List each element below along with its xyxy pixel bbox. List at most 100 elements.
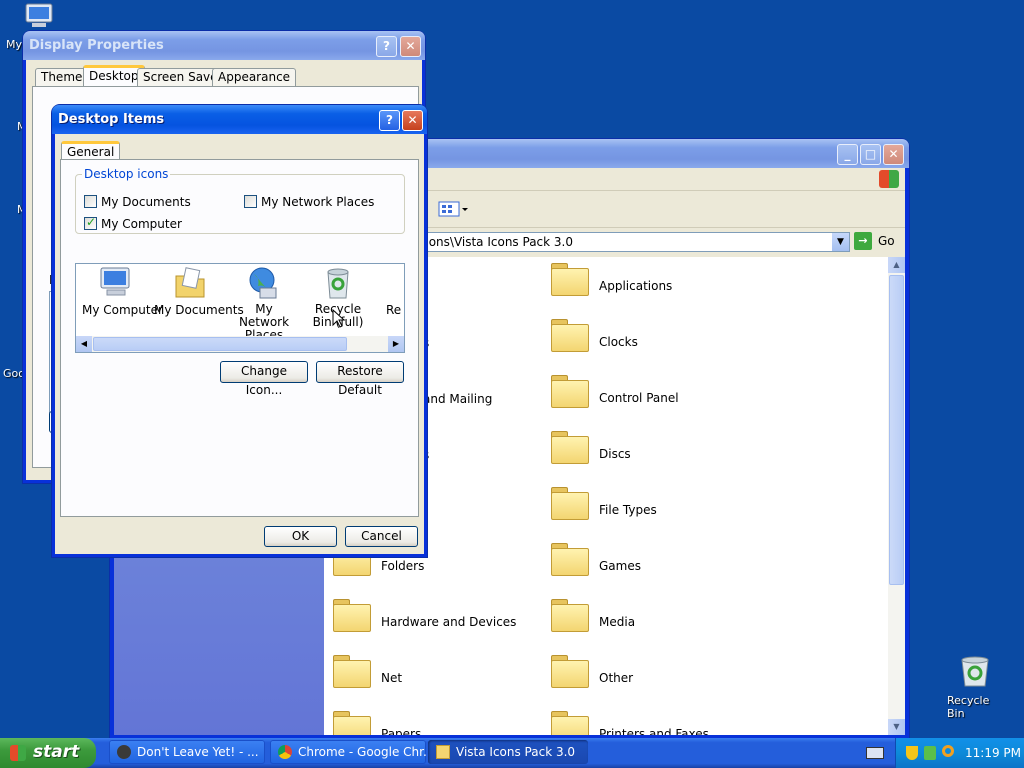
address-dropdown-button[interactable]: ▼ [832, 233, 849, 251]
desktop-items-body: General Desktop icons My Documents My Ne… [55, 134, 424, 554]
go-arrow-icon: → [854, 232, 872, 250]
folder-icon [551, 709, 589, 735]
chrome-icon [278, 745, 292, 759]
icon-item-my-network-places[interactable]: My Network Places [228, 266, 300, 342]
folder-icon [333, 653, 371, 688]
folder-label: Control Panel [599, 391, 679, 405]
ok-button[interactable]: OK [264, 526, 337, 547]
folder-icon [333, 709, 371, 735]
checkbox-box[interactable]: ✓ [84, 215, 97, 230]
minimize-button[interactable]: _ [837, 144, 858, 165]
go-label: Go [878, 234, 895, 248]
folder-label: Folders [381, 559, 425, 573]
desktop-label-my: My [6, 38, 23, 51]
folder-label: Discs [599, 447, 631, 461]
cancel-button[interactable]: Cancel [345, 526, 418, 547]
help-button[interactable]: ? [376, 36, 397, 57]
icon-label: Re [386, 303, 402, 317]
scroll-thumb[interactable] [93, 337, 347, 351]
taskbar-item-active[interactable]: Vista Icons Pack 3.0 [428, 740, 588, 764]
taskbar-item[interactable]: Don't Leave Yet! - ... [109, 740, 265, 764]
folder-label: File Types [599, 503, 657, 517]
desktop-icon-recycle-bin[interactable]: Recycle Bin [940, 654, 1010, 720]
my-documents-icon [175, 267, 205, 298]
views-icon[interactable] [438, 200, 468, 218]
checkbox-label: My Documents [101, 195, 191, 209]
desktop-label-partial: Goo [3, 367, 25, 380]
tab-desktop[interactable]: Desktop [83, 65, 145, 86]
restore-default-button[interactable]: Restore Default [316, 361, 404, 397]
dialog-title: Desktop Items [58, 112, 165, 127]
folder-label: Papers [381, 727, 422, 735]
folder-icon [551, 373, 589, 408]
folder-icon [551, 597, 589, 632]
windows-flag-icon [10, 745, 26, 761]
scroll-right-button[interactable]: ▶ [388, 336, 404, 352]
checkbox-my-documents[interactable]: My Documents [84, 195, 214, 209]
folder-label: Media [599, 615, 636, 629]
folder-icon [551, 261, 589, 296]
display-properties-titlebar[interactable]: Display Properties [23, 31, 425, 60]
security-shield-icon[interactable] [906, 746, 918, 760]
folder-label: Applications [599, 279, 673, 293]
folder-label: Games [599, 559, 641, 573]
close-button[interactable]: ✕ [883, 144, 904, 165]
task-label: Don't Leave Yet! - ... [137, 745, 259, 759]
my-network-places-icon [249, 267, 277, 299]
folder-label: Clocks [599, 335, 638, 349]
network-icon[interactable] [924, 746, 936, 760]
folder-label-partial: and Mailing [423, 392, 493, 406]
search-tray-icon[interactable] [942, 745, 954, 757]
recycle-bin-icon [961, 656, 989, 687]
folder-icon [551, 317, 589, 352]
scroll-up-button[interactable]: ▲ [888, 257, 905, 273]
close-button[interactable]: ✕ [402, 110, 423, 131]
start-label: start [33, 742, 80, 762]
clock: 11:19 PM [965, 746, 1021, 760]
folder-label: Net [381, 671, 403, 685]
start-button[interactable]: start [0, 738, 96, 768]
checkbox-my-computer[interactable]: ✓ My Computer [84, 215, 214, 231]
desktop-icon-my-computer[interactable] [22, 2, 56, 32]
icon-item-partial[interactable]: Re [376, 266, 404, 326]
folder-icon [551, 429, 589, 464]
horizontal-scrollbar[interactable]: ◀ ▶ [76, 336, 404, 352]
scroll-left-button[interactable]: ◀ [76, 336, 92, 352]
desktop-items-titlebar[interactable]: Desktop Items [52, 105, 427, 134]
change-icon-button[interactable]: Change Icon... [220, 361, 308, 397]
recycle-bin-full-icon [327, 268, 349, 299]
checkbox-my-network-places[interactable]: My Network Places [244, 195, 384, 209]
task-label: Chrome - Google Chr... [298, 745, 426, 759]
my-computer-icon [100, 267, 130, 296]
folder-icon [436, 745, 450, 759]
checkmark-icon: ✓ [86, 215, 97, 229]
go-button[interactable]: → Go [854, 232, 902, 250]
close-button[interactable]: ✕ [400, 36, 421, 57]
folder-icon [551, 653, 589, 688]
icon-list[interactable]: My Computer My Documents My Network Plac… [75, 263, 405, 353]
icon-item-my-documents[interactable]: My Documents [154, 266, 244, 326]
scroll-down-button[interactable]: ▼ [888, 719, 905, 735]
mouse-cursor-icon [332, 309, 346, 328]
taskbar-item[interactable]: Chrome - Google Chr... [270, 740, 426, 764]
checkbox-box[interactable] [84, 195, 97, 208]
desktop-items-dialog: Desktop Items ? ✕ General Desktop icons … [52, 105, 427, 557]
general-tab-panel: Desktop icons My Documents My Network Pl… [60, 159, 419, 517]
help-button[interactable]: ? [379, 110, 400, 131]
vertical-scrollbar[interactable]: ▲ ▼ [888, 257, 905, 735]
tab-appearance[interactable]: Appearance [212, 68, 297, 86]
folder-icon [551, 541, 589, 576]
folder-icon [333, 597, 371, 632]
checkbox-box[interactable] [244, 195, 257, 208]
checkbox-label: My Computer [101, 217, 182, 231]
maximize-button[interactable]: □ [860, 144, 881, 165]
icon-item-my-computer[interactable]: My Computer [80, 266, 163, 326]
keyboard-icon[interactable] [866, 747, 884, 759]
windows-logo-icon [879, 170, 899, 188]
group-label: Desktop icons [82, 167, 171, 181]
folder-label: Other [599, 671, 634, 685]
task-label: Vista Icons Pack 3.0 [456, 745, 576, 759]
my-computer-icon [25, 3, 53, 27]
scroll-thumb[interactable] [889, 275, 904, 585]
system-tray: 11:19 PM [895, 738, 1024, 768]
